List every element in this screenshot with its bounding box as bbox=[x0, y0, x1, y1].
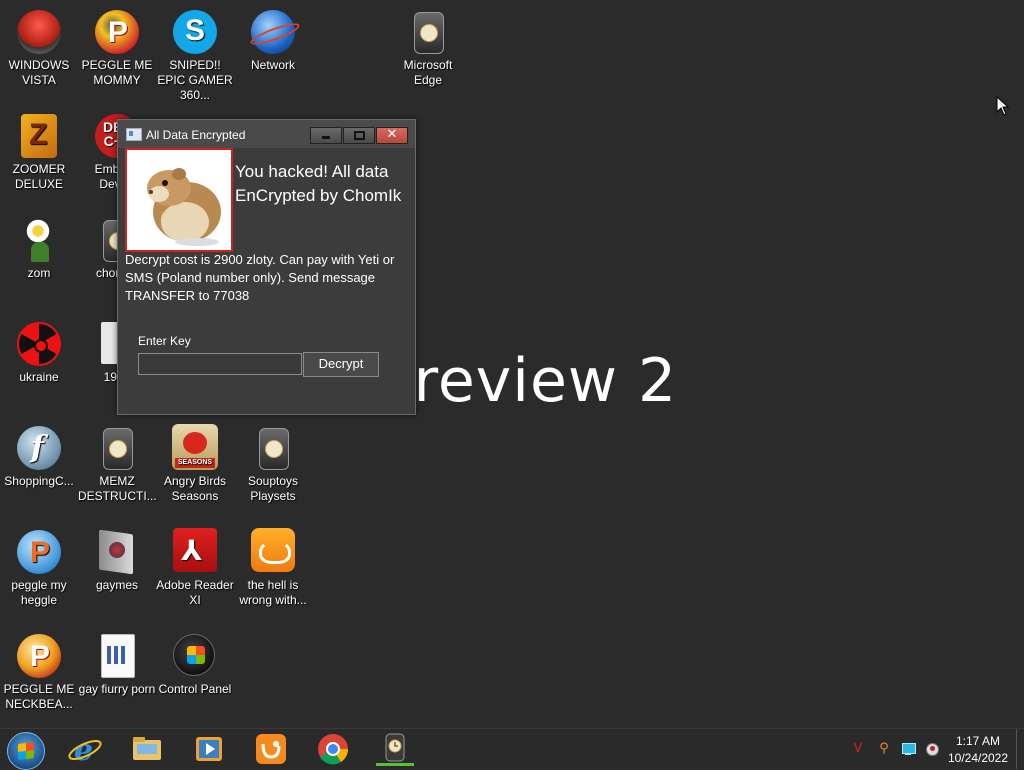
flower-icon bbox=[15, 216, 63, 264]
taskbar-clock-date[interactable]: 10/24/2022 bbox=[942, 751, 1014, 765]
key-input[interactable] bbox=[138, 353, 302, 375]
clock-app-icon bbox=[404, 8, 452, 56]
desktop-icon-shoppingc[interactable]: f ShoppingC... bbox=[0, 424, 78, 489]
radiation-icon bbox=[15, 320, 63, 368]
desktop-icon-label: PEGGLE ME NECKBEA... bbox=[3, 682, 75, 711]
desktop-icon-text-file[interactable]: gay fiurry porn bbox=[78, 632, 156, 697]
clock-app-icon bbox=[249, 424, 297, 472]
dialog-titlebar[interactable]: All Data Encrypted ✕ bbox=[118, 120, 415, 148]
desktop-icon-gaymes[interactable]: gaymes bbox=[78, 528, 156, 593]
clock-app-icon bbox=[93, 424, 141, 472]
window-app-icon bbox=[126, 128, 142, 141]
desktop-icon-label: gaymes bbox=[95, 578, 139, 592]
control-panel-icon bbox=[171, 632, 219, 680]
mouse-cursor-icon bbox=[996, 96, 1010, 116]
desktop-icon-label: gay fiurry porn bbox=[78, 682, 156, 696]
desktop-icon-zom[interactable]: zom bbox=[0, 216, 78, 281]
start-button[interactable] bbox=[7, 732, 45, 770]
desktop-icon-angry-birds[interactable]: SEASONS Angry Birds Seasons bbox=[156, 424, 234, 504]
desktop-icon-peggle-me-mommy[interactable]: P PEGGLE ME MOMMY bbox=[78, 8, 156, 88]
desktop-icon-label: ShoppingC... bbox=[4, 474, 74, 488]
network-globe-icon bbox=[248, 8, 302, 56]
vista-toilet-icon bbox=[15, 8, 63, 56]
tray-search-icon[interactable]: ⚲ bbox=[877, 742, 891, 756]
adobe-reader-icon: ⅄ bbox=[171, 528, 219, 576]
desktop-icon-label: ZOOMER DELUXE bbox=[12, 162, 66, 191]
uc-browser-icon bbox=[256, 734, 286, 764]
desktop-icon-label: Microsoft Edge bbox=[403, 58, 453, 87]
desktop-icon-microsoft-edge[interactable]: Microsoft Edge bbox=[389, 8, 467, 88]
skype-icon: S bbox=[171, 8, 219, 56]
flash-icon: f bbox=[15, 424, 63, 472]
close-icon: ✕ bbox=[386, 127, 398, 142]
desktop-icon-label: zom bbox=[27, 266, 51, 280]
taskbar-chrome[interactable] bbox=[314, 732, 352, 766]
show-desktop-button[interactable] bbox=[1016, 729, 1024, 769]
uc-browser-icon bbox=[249, 528, 297, 576]
dialog-title: All Data Encrypted bbox=[146, 128, 246, 142]
hamster-image bbox=[125, 148, 233, 252]
desktop-icon-memz[interactable]: MEMZ DESTRUCTI... bbox=[78, 424, 157, 504]
ransom-dialog: All Data Encrypted ✕ You hacked! All dat… bbox=[117, 119, 416, 415]
desktop-icon-control-panel[interactable]: Control Panel bbox=[156, 632, 234, 697]
desktop-icon-sniped[interactable]: S SNIPED!! EPIC GAMER 360... bbox=[156, 8, 234, 103]
peggle-icon: P bbox=[15, 528, 63, 576]
desktop-icon-label: Angry Birds Seasons bbox=[163, 474, 227, 503]
tray-network-icon[interactable] bbox=[901, 742, 916, 756]
peggle-icon: P bbox=[93, 8, 141, 56]
ransom-heading: You hacked! All data EnCrypted by ChomIk bbox=[235, 162, 402, 205]
text-document-icon bbox=[93, 632, 141, 680]
media-player-icon bbox=[196, 737, 222, 761]
desktop-icon-label: PEGGLE ME MOMMY bbox=[81, 58, 153, 87]
close-button[interactable]: ✕ bbox=[376, 127, 408, 144]
desktop-icon-peggle-my-heggle[interactable]: P peggle my heggle bbox=[0, 528, 78, 608]
ransom-message: Decrypt cost is 2900 zloty. Can pay with… bbox=[125, 252, 395, 303]
clock-app-icon bbox=[385, 733, 405, 762]
folder-icon bbox=[93, 528, 141, 576]
tray-security-icon[interactable]: ⴸ bbox=[851, 742, 865, 756]
desktop-icon-souptoys[interactable]: Souptoys Playsets bbox=[234, 424, 312, 504]
minimize-button[interactable] bbox=[310, 127, 342, 144]
desktop-icon-windows-vista[interactable]: WINDOWS VISTA bbox=[0, 8, 78, 88]
internet-explorer-icon: e bbox=[68, 733, 102, 768]
taskbar-clock-time[interactable]: 1:17 AM bbox=[948, 734, 1008, 748]
desktop-icon-ukraine[interactable]: ukraine bbox=[0, 320, 78, 385]
desktop-icon-label: MEMZ DESTRUCTI... bbox=[78, 474, 157, 503]
desktop-icon-adobe-reader[interactable]: ⅄ Adobe Reader XI bbox=[156, 528, 234, 608]
enter-key-label: Enter Key bbox=[138, 334, 191, 348]
desktop-icon-label: Adobe Reader XI bbox=[156, 578, 234, 607]
zuma-icon: Z bbox=[15, 112, 63, 160]
maximize-button[interactable] bbox=[343, 127, 375, 144]
desktop-icon-label: WINDOWS VISTA bbox=[8, 58, 70, 87]
desktop-icon-network[interactable]: Network bbox=[234, 8, 312, 73]
desktop-icon-label: the hell is wrong with... bbox=[239, 578, 307, 607]
desktop-icon-peggle-me-neckbeard[interactable]: P PEGGLE ME NECKBEA... bbox=[0, 632, 78, 712]
taskbar-media-player[interactable] bbox=[190, 732, 228, 766]
svg-text:e: e bbox=[74, 733, 93, 766]
hamster-picture bbox=[147, 168, 221, 246]
taskbar-active-app[interactable] bbox=[376, 732, 414, 766]
taskbar-file-explorer[interactable] bbox=[128, 732, 166, 766]
chrome-icon bbox=[318, 734, 349, 765]
peggle-icon: P bbox=[15, 632, 63, 680]
desktop-icon-label: peggle my heggle bbox=[11, 578, 67, 607]
taskbar-uc-browser[interactable] bbox=[252, 732, 290, 766]
decrypt-button[interactable]: Decrypt bbox=[303, 352, 379, 377]
desktop-icon-label: SNIPED!! EPIC GAMER 360... bbox=[157, 58, 233, 102]
desktop-icon-zoomer-deluxe[interactable]: Z ZOOMER DELUXE bbox=[0, 112, 78, 192]
tray-volume-icon[interactable] bbox=[925, 742, 939, 756]
angry-birds-icon: SEASONS bbox=[171, 424, 219, 472]
desktop-icon-label: Control Panel bbox=[158, 682, 232, 696]
desktop-icon-label: ukraine bbox=[19, 370, 59, 384]
file-explorer-icon bbox=[133, 737, 161, 760]
desktop-icon-the-hell-is-wrong[interactable]: the hell is wrong with... bbox=[234, 528, 312, 608]
desktop-icon-label: Network bbox=[250, 58, 295, 72]
taskbar: e ⴸ ⚲ 1:17 AM 10/24/2022 bbox=[0, 728, 1024, 770]
taskbar-internet-explorer[interactable]: e bbox=[66, 732, 104, 768]
desktop-icon-label: Souptoys Playsets bbox=[247, 474, 299, 503]
